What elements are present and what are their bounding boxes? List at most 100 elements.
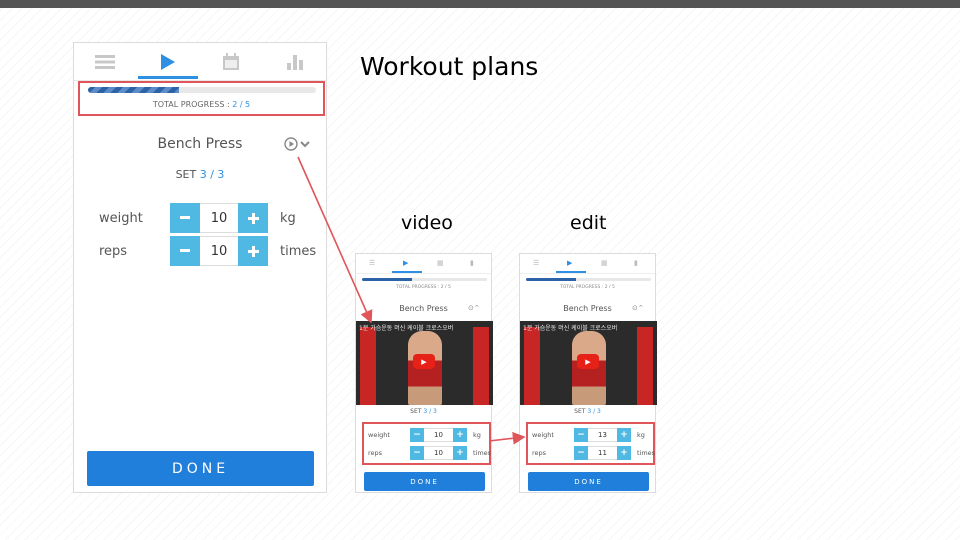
- reps-row: reps 10 times: [99, 236, 319, 268]
- mini-reps-value[interactable]: 10: [424, 446, 453, 460]
- minus-icon: [180, 249, 190, 252]
- video-play-button[interactable]: ▶: [577, 354, 599, 369]
- reps-value[interactable]: 10: [200, 236, 238, 266]
- video-play-button[interactable]: ▶: [413, 354, 435, 369]
- exercise-video[interactable]: 1분 가슴운동 머신 케이블 크로스오버 ▶: [356, 321, 493, 405]
- mini-weight-stepper: −10 +: [410, 428, 467, 442]
- mini-progress-bar: [362, 278, 487, 281]
- bar-chart-icon[interactable]: ▮: [470, 259, 474, 267]
- mini-weight-stepper: −13 +: [574, 428, 631, 442]
- minus-icon: [180, 216, 190, 219]
- mini-reps-increment-button[interactable]: +: [617, 446, 631, 460]
- calendar-icon[interactable]: ▦: [437, 259, 444, 267]
- mini-progress-fill: [526, 278, 576, 281]
- set-indicator: SET 3 / 3: [74, 168, 326, 181]
- progress-text: TOTAL PROGRESS : 2 / 5: [80, 100, 323, 109]
- calendar-icon[interactable]: ▦: [601, 259, 608, 267]
- mini-set-value: 3 / 3: [423, 408, 437, 415]
- bar-chart-icon[interactable]: ▮: [634, 259, 638, 267]
- caption-video: video: [401, 212, 453, 234]
- progress-highlight-box: TOTAL PROGRESS : 2 / 5: [78, 81, 325, 116]
- slide-title: Workout plans: [360, 52, 539, 81]
- mini-weight-decrement-button[interactable]: −: [410, 428, 424, 442]
- mini-progress-text: TOTAL PROGRESS : 2 / 5: [560, 285, 615, 290]
- reps-label: reps: [99, 244, 128, 259]
- done-button[interactable]: DONE: [87, 451, 314, 486]
- set-value: 3 / 3: [199, 168, 225, 181]
- mini-done-button[interactable]: DONE: [528, 472, 649, 491]
- mini-reps-decrement-button[interactable]: −: [410, 446, 424, 460]
- mini-reps-unit: times: [473, 449, 492, 457]
- mini-weight-value[interactable]: 10: [424, 428, 453, 442]
- video-machine-right: [637, 327, 653, 405]
- weight-decrement-button[interactable]: [170, 203, 200, 233]
- weight-unit: kg: [280, 211, 296, 226]
- plus-icon: [247, 245, 259, 257]
- mini-weight-increment-button[interactable]: +: [453, 428, 467, 442]
- mini-set-value: 3 / 3: [587, 408, 601, 415]
- tab-bar: [74, 43, 326, 81]
- tab-play[interactable]: [156, 51, 180, 73]
- mini-progress-fill: [362, 278, 412, 281]
- top-bar: [0, 0, 960, 8]
- reps-decrement-button[interactable]: [170, 236, 200, 266]
- list-icon[interactable]: ☰: [533, 259, 539, 267]
- mini-inputs-highlight-box: weight −13 + kg reps −11 + times: [526, 422, 655, 465]
- list-icon: [95, 55, 115, 69]
- mini-reps-label: reps: [368, 449, 383, 457]
- chevron-up-icon[interactable]: ⊙⌃: [468, 304, 480, 312]
- progress-value: 2 / 5: [232, 100, 251, 109]
- mini-weight-decrement-button[interactable]: −: [574, 428, 588, 442]
- mini-set-label: SET: [574, 408, 586, 415]
- play-icon: [161, 54, 175, 70]
- play-icon[interactable]: ▶: [403, 259, 408, 267]
- mini-reps-unit: times: [637, 449, 656, 457]
- weight-increment-button[interactable]: [238, 203, 268, 233]
- reps-unit: times: [280, 244, 317, 259]
- mini-set-label: SET: [410, 408, 422, 415]
- chevron-up-icon[interactable]: ⊙⌃: [632, 304, 644, 312]
- mini-set-indicator: SET 3 / 3: [356, 408, 491, 415]
- mini-done-button[interactable]: DONE: [364, 472, 485, 491]
- mini-weight-label: weight: [368, 431, 390, 439]
- progress-label: TOTAL PROGRESS :: [152, 100, 230, 109]
- mini-tab-bar: ☰ ▶ ▦ ▮: [356, 254, 491, 274]
- play-circle-icon[interactable]: [284, 137, 298, 151]
- mini-reps-row: reps −11 + times: [532, 445, 657, 461]
- caption-edit: edit: [570, 212, 607, 234]
- mini-reps-decrement-button[interactable]: −: [574, 446, 588, 460]
- mini-reps-value[interactable]: 11: [588, 446, 617, 460]
- list-icon[interactable]: ☰: [369, 259, 375, 267]
- weight-stepper: 10: [170, 203, 268, 233]
- progress-bar: [88, 87, 316, 93]
- mini-weight-row: weight −13 + kg: [532, 427, 657, 443]
- active-tab-indicator: [556, 271, 586, 273]
- mini-weight-unit: kg: [637, 431, 645, 439]
- weight-value[interactable]: 10: [200, 203, 238, 233]
- tab-list[interactable]: [93, 51, 117, 73]
- progress-bar-fill: [88, 87, 180, 93]
- tab-stats[interactable]: [283, 51, 307, 73]
- video-machine-right: [473, 327, 489, 405]
- mini-weight-row: weight −10 + kg: [368, 427, 493, 443]
- video-title: 1분 가슴운동 머신 케이블 크로스오버: [359, 325, 454, 332]
- mini-reps-label: reps: [532, 449, 547, 457]
- play-icon[interactable]: ▶: [567, 259, 572, 267]
- mini-inputs-highlight-box: weight −10 + kg reps −10 + times: [362, 422, 491, 465]
- mini-progress-bar: [526, 278, 651, 281]
- reps-increment-button[interactable]: [238, 236, 268, 266]
- mini-reps-increment-button[interactable]: +: [453, 446, 467, 460]
- mini-weight-increment-button[interactable]: +: [617, 428, 631, 442]
- mini-progress-text: TOTAL PROGRESS : 2 / 5: [396, 285, 451, 290]
- active-tab-indicator: [138, 76, 198, 79]
- chevron-down-icon[interactable]: [300, 139, 310, 149]
- mini-weight-label: weight: [532, 431, 554, 439]
- mini-weight-value[interactable]: 13: [588, 428, 617, 442]
- tab-calendar[interactable]: [219, 51, 243, 73]
- exercise-video[interactable]: 1분 가슴운동 머신 케이블 크로스오버 ▶: [520, 321, 657, 405]
- mini-reps-stepper: −11 +: [574, 446, 631, 460]
- video-machine-left: [524, 327, 540, 405]
- workout-panel: TOTAL PROGRESS : 2 / 5 Bench Press SET 3…: [73, 42, 327, 493]
- weight-row: weight 10 kg: [99, 203, 319, 235]
- reps-stepper: 10: [170, 236, 268, 266]
